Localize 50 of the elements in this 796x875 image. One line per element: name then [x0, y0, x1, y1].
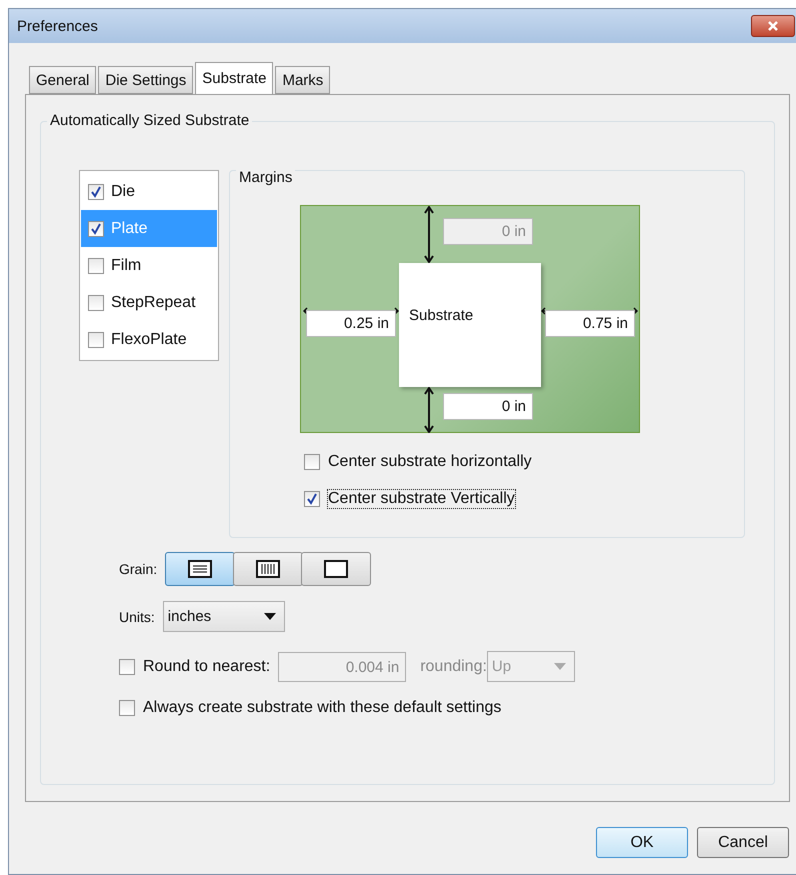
tab[interactable]: General — [29, 66, 96, 94]
margin-field[interactable]: 0.75 in — [545, 310, 635, 337]
grain-label: Grain: — [119, 561, 158, 577]
empty-square-icon — [324, 560, 348, 578]
grain-button[interactable] — [165, 552, 236, 586]
checkbox[interactable] — [88, 258, 104, 274]
checkbox[interactable] — [88, 220, 104, 236]
vertical-arrow-icon — [424, 387, 434, 433]
item-label: Die — [111, 182, 136, 200]
grain-button[interactable] — [301, 552, 372, 586]
checkbox[interactable] — [88, 332, 104, 348]
vertical-arrow-icon — [424, 206, 434, 263]
item-label: Plate — [111, 220, 148, 238]
checkbox[interactable] — [88, 184, 104, 200]
tab[interactable]: Die Settings — [98, 66, 194, 94]
item-label: FlexoPlate — [111, 330, 187, 348]
item-label: StepRepeat — [111, 294, 196, 312]
check-icon — [90, 222, 102, 234]
units-dropdown[interactable]: inches — [162, 601, 285, 632]
checkbox[interactable] — [88, 294, 104, 310]
dialog-button[interactable]: OK — [596, 827, 688, 858]
units-label: Units: — [119, 608, 155, 624]
group-title: Automatically Sized Substrate — [47, 112, 252, 129]
close-button[interactable] — [751, 15, 795, 37]
tab[interactable]: Marks — [275, 66, 330, 94]
group-title: Margins — [236, 169, 296, 186]
tab[interactable]: Substrate — [195, 62, 274, 94]
checkbox[interactable] — [304, 454, 320, 470]
rounding-label: rounding: — [420, 658, 487, 676]
caret-icon — [264, 613, 276, 620]
checkbox-label: Center substrate Vertically — [328, 490, 515, 508]
substrate-label: Substrate — [409, 307, 474, 324]
checkbox[interactable] — [304, 491, 320, 507]
item-label: Film — [111, 256, 142, 274]
checkbox[interactable] — [119, 700, 135, 716]
close-icon — [767, 20, 779, 32]
caret-icon — [554, 663, 566, 670]
horizontal-lines-icon — [188, 560, 212, 578]
window-title: Preferences — [17, 18, 98, 34]
checkbox-label: Always create substrate with these default settings — [143, 699, 502, 717]
margin-field[interactable]: 0 in — [443, 393, 533, 420]
dialog-button[interactable]: Cancel — [697, 827, 789, 858]
grain-button[interactable] — [233, 552, 304, 586]
margin-field[interactable]: 0.25 in — [306, 310, 396, 337]
checkbox[interactable] — [119, 658, 135, 674]
checkbox-label: Center substrate horizontally — [328, 453, 532, 471]
round-label: Round to nearest: — [143, 658, 270, 676]
check-icon — [306, 493, 318, 505]
check-icon — [90, 186, 102, 198]
vertical-lines-icon — [256, 560, 280, 578]
